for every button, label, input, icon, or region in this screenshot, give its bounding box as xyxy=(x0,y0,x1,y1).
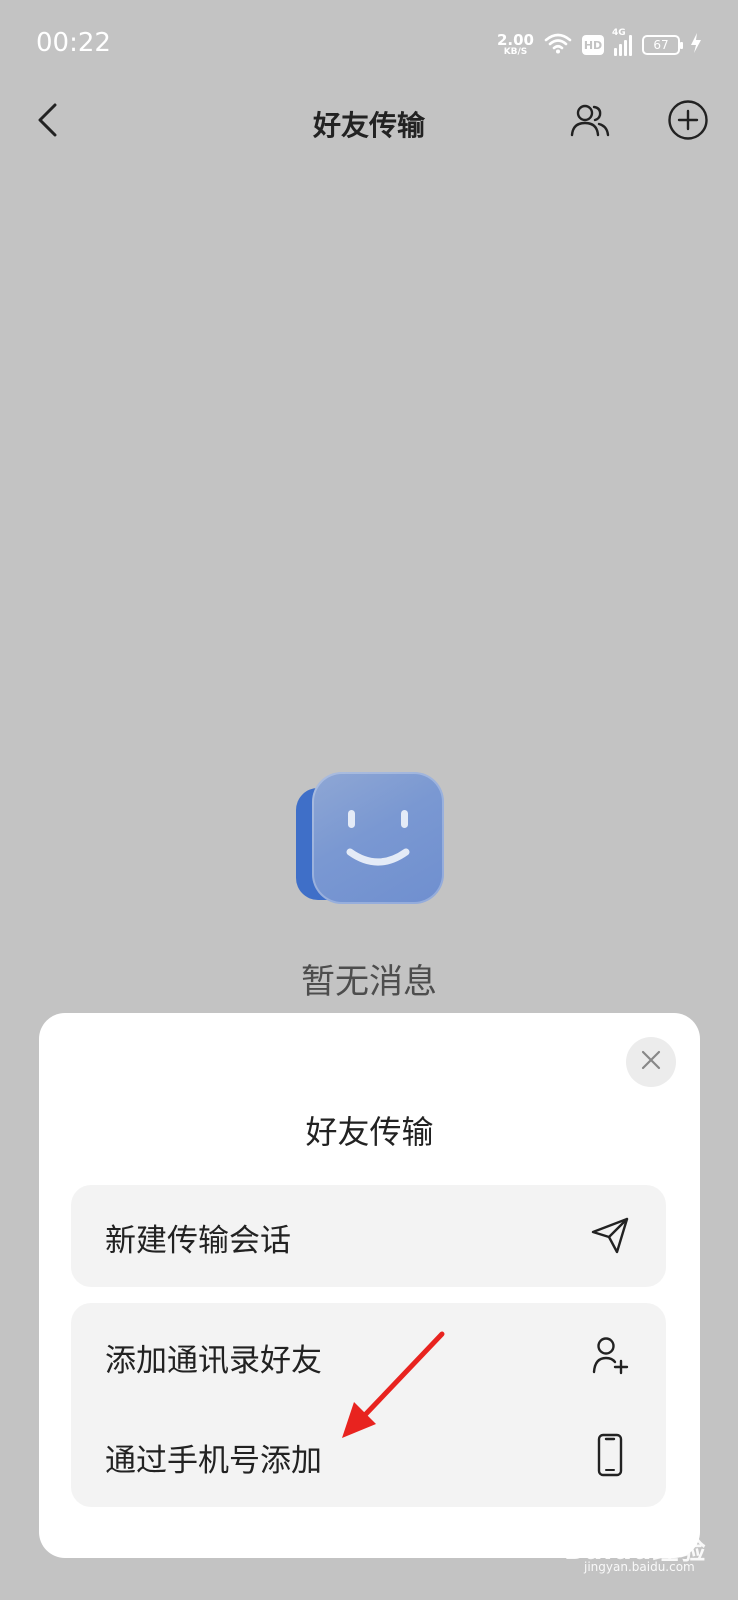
add-by-phone-option[interactable]: 通过手机号添加 xyxy=(71,1405,666,1505)
close-button[interactable] xyxy=(626,1037,676,1087)
status-icons: 2.00 KB/S HD 4G 67 xyxy=(497,28,702,60)
empty-illustration xyxy=(290,768,450,908)
page-title: 好友传输 xyxy=(312,109,425,142)
contacts-icon xyxy=(570,102,610,142)
network-type-label: 4G xyxy=(612,28,626,38)
status-bar: 00:22 2.00 KB/S HD 4G 67 xyxy=(0,0,738,90)
phone-icon xyxy=(588,1433,632,1477)
baidu-watermark: Baidu经验 jingyan.baidu.com xyxy=(560,1530,720,1574)
battery-level: 67 xyxy=(653,38,669,52)
battery-icon: 67 xyxy=(642,35,683,55)
hd-badge: HD xyxy=(582,35,604,55)
network-speed: 2.00 KB/S xyxy=(497,33,534,57)
network-speed-unit: KB/S xyxy=(503,47,528,57)
status-time: 00:22 xyxy=(36,28,111,58)
option-label: 新建传输会话 xyxy=(105,1223,291,1259)
watermark-site: jingyan.baidu.com xyxy=(584,1560,695,1574)
contacts-button[interactable] xyxy=(566,98,614,146)
wifi-icon xyxy=(544,32,572,58)
header: 好友传输 xyxy=(0,90,738,156)
close-icon xyxy=(640,1049,662,1075)
charging-icon xyxy=(690,32,702,58)
option-card: 新建传输会话 xyxy=(71,1185,666,1287)
send-icon xyxy=(588,1213,632,1257)
option-label: 通过手机号添加 xyxy=(105,1443,322,1479)
signal-icon: 4G xyxy=(612,28,632,56)
back-icon xyxy=(35,102,61,142)
option-card: 添加通讯录好友 通过手机号添加 xyxy=(71,1303,666,1507)
option-label: 添加通讯录好友 xyxy=(105,1343,322,1379)
sheet-title: 好友传输 xyxy=(305,1113,434,1151)
back-button[interactable] xyxy=(26,100,70,144)
empty-state-text: 暂无消息 xyxy=(301,962,437,1002)
smiley-face-icon xyxy=(312,772,444,904)
add-button[interactable] xyxy=(664,98,712,146)
network-speed-value: 2.00 xyxy=(496,31,534,49)
add-contact-friend-option[interactable]: 添加通讯录好友 xyxy=(71,1305,666,1405)
new-transfer-session-option[interactable]: 新建传输会话 xyxy=(71,1185,666,1285)
bottom-sheet: 好友传输 新建传输会话 添加通讯录好友 通过手机号添加 xyxy=(39,1013,700,1558)
add-circle-icon xyxy=(667,99,709,145)
add-user-icon xyxy=(588,1333,632,1377)
